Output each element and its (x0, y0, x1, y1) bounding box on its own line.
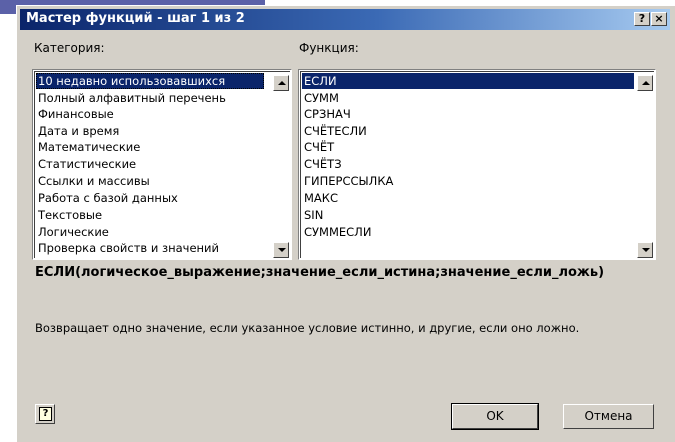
function-item[interactable]: СУММЕСЛИ (302, 224, 371, 240)
category-item[interactable]: Текстовые (36, 207, 102, 223)
function-label: Функция: (299, 41, 359, 55)
category-item[interactable]: 10 недавно использовавшихся (36, 73, 264, 89)
dialog-title: Мастер функций - шаг 1 из 2 (26, 11, 245, 26)
arrow-up-icon (642, 81, 650, 85)
function-item[interactable]: СЧЁТЗ (302, 156, 342, 172)
category-item[interactable]: Логические (36, 224, 109, 240)
question-icon: ? (638, 12, 646, 25)
slide-accent-line (0, 12, 16, 14)
function-syntax: ЕСЛИ(логическое_выражение;значение_если_… (35, 265, 605, 280)
function-item[interactable]: SIN (302, 207, 323, 223)
category-scroll-up-button[interactable] (273, 75, 289, 91)
category-label: Категория: (34, 41, 105, 55)
function-description: Возвращает одно значение, если указанное… (35, 321, 580, 335)
cancel-button[interactable]: Отмена (563, 404, 654, 429)
function-item[interactable]: СРЗНАЧ (302, 106, 351, 122)
function-item[interactable]: ГИПЕРССЫЛКА (302, 173, 393, 189)
help-question-icon: ? (39, 407, 52, 421)
function-item[interactable]: МАКС (302, 190, 338, 206)
title-close-button[interactable]: × (651, 12, 667, 26)
category-item[interactable]: Проверка свойств и значений (36, 240, 219, 256)
function-scroll-up-button[interactable] (637, 75, 653, 91)
category-item[interactable]: Статистические (36, 156, 136, 172)
office-assistant-help-button[interactable]: ? (35, 404, 55, 424)
category-item[interactable]: Ссылки и массивы (36, 173, 150, 189)
category-item[interactable]: Математические (36, 139, 140, 155)
title-bar[interactable]: Мастер функций - шаг 1 из 2 ? × (20, 9, 670, 30)
title-help-button[interactable]: ? (634, 12, 650, 26)
arrow-down-icon (642, 248, 650, 252)
category-item[interactable]: Полный алфавитный перечень (36, 90, 226, 106)
function-listbox[interactable]: ЕСЛИ СУММ СРЗНАЧ СЧЁТЕСЛИ СЧЁТ СЧЁТЗ ГИП… (298, 69, 656, 260)
category-scroll-down-button[interactable] (273, 242, 289, 258)
function-item[interactable]: СУММ (302, 90, 339, 106)
function-wizard-dialog: Мастер функций - шаг 1 из 2 ? × Категори… (16, 5, 675, 442)
function-item[interactable]: СЧЁТЕСЛИ (302, 123, 367, 139)
category-item[interactable]: Дата и время (36, 123, 119, 139)
arrow-down-icon (278, 248, 286, 252)
function-listbox-inner: ЕСЛИ СУММ СРЗНАЧ СЧЁТЕСЛИ СЧЁТ СЧЁТЗ ГИП… (300, 71, 654, 258)
ok-button[interactable]: OK (451, 403, 539, 430)
category-listbox-inner: 10 недавно использовавшихся Полный алфав… (34, 71, 290, 258)
category-listbox[interactable]: 10 недавно использовавшихся Полный алфав… (32, 69, 292, 260)
category-item[interactable]: Финансовые (36, 106, 114, 122)
arrow-up-icon (278, 81, 286, 85)
function-item[interactable]: ЕСЛИ (302, 73, 634, 89)
function-item[interactable]: СЧЁТ (302, 139, 334, 155)
close-icon: × (654, 12, 664, 25)
function-scroll-down-button[interactable] (637, 242, 653, 258)
category-item[interactable]: Работа с базой данных (36, 190, 178, 206)
